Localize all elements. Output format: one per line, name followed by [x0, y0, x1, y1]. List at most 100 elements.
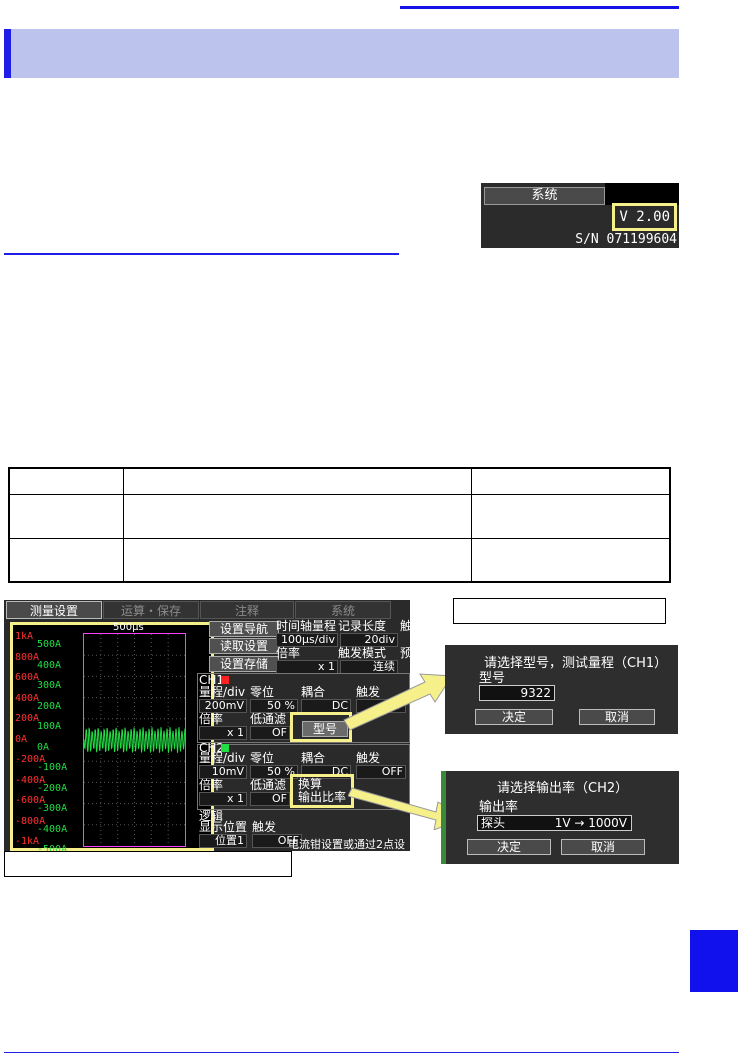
timebase-label: 时间轴量程	[276, 619, 337, 633]
y-axis-label-secondary: -300A	[37, 803, 68, 814]
ch1-color-marker	[221, 676, 229, 684]
table-cell	[8, 493, 124, 539]
tab-calc-save[interactable]: 运算・保存	[103, 601, 199, 619]
dialog-edge-marker	[441, 771, 446, 864]
y-axis-label-primary: 800A	[15, 651, 40, 663]
ch1-filter-value[interactable]: OF	[250, 726, 290, 740]
tab-measurement-settings[interactable]: 测量设置	[6, 601, 102, 619]
ratio-field-label: 输出率	[479, 800, 519, 815]
divider-rule	[4, 253, 399, 255]
header-rule	[400, 6, 679, 9]
ch2-trigger-value[interactable]: OFF	[356, 765, 406, 779]
model-select-dialog: 请选择型号，测试量程（CH1） 型号 9322 决定 取消	[445, 645, 678, 734]
ok-button[interactable]: 决定	[475, 709, 553, 725]
table-cell	[470, 537, 671, 583]
model-field-label: 型号	[479, 671, 506, 686]
ok-button[interactable]: 决定	[467, 839, 551, 855]
status-text: 电流钳设置或通过2点设	[288, 838, 405, 851]
table-cell	[122, 493, 472, 539]
ch2-ratio-label: 倍率	[199, 778, 224, 792]
y-axis-label-primary: -1kA	[15, 836, 40, 847]
table-row	[8, 493, 671, 539]
record-length-value[interactable]: 20div	[340, 633, 398, 647]
model-dialog-title: 请选择型号，测试量程（CH1）	[484, 656, 668, 671]
ratio-value: 1V → 1000V	[554, 816, 627, 830]
y-axis-label-secondary: 0A	[37, 741, 50, 753]
section-title-band	[4, 29, 679, 78]
ch2-range-label: 量程/div	[199, 751, 246, 765]
chapter-side-tab	[690, 930, 738, 992]
y-axis-label-secondary: 400A	[37, 659, 62, 671]
spec-table	[8, 467, 671, 583]
y-axis-label-secondary: -500A	[37, 844, 68, 851]
ch2-filter-value[interactable]: OF	[250, 792, 290, 806]
probe-label: 探头	[481, 816, 506, 830]
version-header-black	[605, 183, 679, 205]
ch1-ratio-label: 倍率	[199, 712, 224, 726]
header-ratio-label: 倍率	[276, 646, 301, 660]
table-cell	[122, 537, 472, 583]
output-ratio-button[interactable]: 输出比率	[298, 791, 346, 804]
caption-box	[4, 851, 292, 877]
y-axis-label-primary: 200A	[15, 713, 40, 724]
version-label: V 2.00	[612, 203, 677, 231]
table-cell	[8, 467, 124, 495]
ch2-range-value[interactable]: 10mV	[199, 765, 247, 779]
ratio-field[interactable]: 探头 1V → 1000V	[477, 815, 632, 831]
ch2-ratio-value[interactable]: x 1	[199, 792, 247, 806]
ch2-filter-label: 低通滤	[250, 778, 287, 792]
trigger-short-label: 触	[400, 619, 410, 633]
tab-system[interactable]: 系统	[295, 601, 391, 619]
caption-box	[453, 598, 666, 624]
version-screenshot: 系统 V 2.00 S/N 071199604	[481, 183, 679, 248]
trigger-mode-label: 触发模式	[338, 646, 387, 660]
system-tab-button[interactable]: 系统	[484, 187, 605, 205]
table-row	[8, 537, 671, 583]
y-axis-label-secondary: -200A	[37, 782, 68, 794]
logic-trigger-label: 触发	[252, 820, 277, 834]
waveform-trace	[83, 727, 186, 753]
y-axis-label-primary: 600A	[15, 672, 40, 683]
ch1-range-label: 量程/div	[199, 685, 246, 699]
logic-position-label: 显示位置	[199, 820, 248, 834]
pre-short-label: 预	[400, 646, 410, 660]
section-band-edge	[4, 29, 11, 78]
save-settings-button[interactable]: 设置存储	[209, 656, 279, 672]
ch1-zero-label: 零位	[250, 685, 275, 699]
ch1-filter-label: 低通滤	[250, 712, 287, 726]
tab-annotation[interactable]: 注释	[200, 601, 294, 619]
y-axis-label-secondary: 100A	[37, 721, 62, 732]
ratio-dialog-title: 请选择输出率（CH2）	[497, 781, 629, 796]
settings-nav-button[interactable]: 设置导航	[209, 621, 279, 637]
time-scale-label: 500μs	[113, 622, 144, 633]
record-length-label: 记录长度	[338, 619, 387, 633]
y-axis-label-secondary: 500A	[37, 639, 62, 650]
footer-rule	[4, 1052, 679, 1053]
logic-position-value[interactable]: 位置1	[199, 834, 247, 848]
header-ratio-value[interactable]: x 1	[276, 660, 338, 674]
ch2-coupling-label: 耦合	[301, 751, 326, 765]
ch1-coupling-label: 耦合	[301, 685, 326, 699]
waveform-svg	[83, 634, 186, 846]
y-axis-label-secondary: -400A	[37, 823, 68, 835]
y-axis-label-secondary: 300A	[37, 680, 62, 691]
cancel-button[interactable]: 取消	[579, 709, 655, 725]
y-axis-label-primary: 0A	[15, 733, 28, 745]
table-cell	[470, 493, 671, 539]
ch1-zero-value[interactable]: 50 %	[250, 699, 298, 713]
y-axis-label-primary: 400A	[15, 692, 40, 704]
read-settings-button[interactable]: 读取设置	[209, 638, 279, 654]
waveform-plot	[83, 633, 186, 847]
y-axis-label-secondary: 200A	[37, 700, 62, 712]
cancel-button[interactable]: 取消	[561, 839, 645, 855]
ch2-zero-label: 零位	[250, 751, 275, 765]
model-field[interactable]: 9322	[479, 685, 555, 701]
timebase-value[interactable]: 100μs/div	[276, 633, 338, 647]
serial-number: S/N 071199604	[575, 232, 677, 247]
waveform-display: 1kA 800A 600A 400A 200A 0A -200A -400A -600A -800…	[10, 622, 214, 851]
ch1-ratio-value[interactable]: x 1	[199, 726, 247, 740]
table-cell	[122, 467, 472, 495]
table-cell	[470, 467, 671, 495]
ch1-range-value[interactable]: 200mV	[199, 699, 247, 713]
table-row	[8, 467, 671, 495]
